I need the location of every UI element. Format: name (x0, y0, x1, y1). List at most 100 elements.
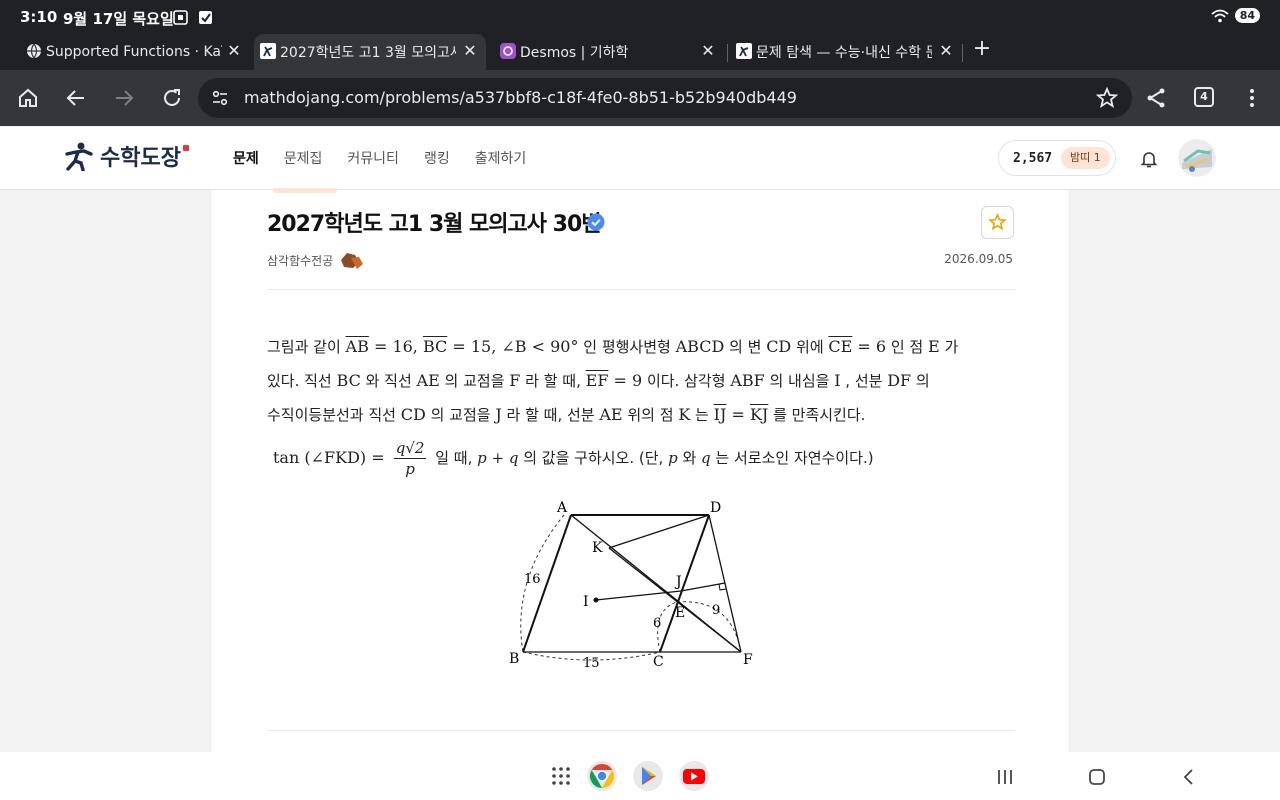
share-icon[interactable] (1144, 86, 1168, 110)
site-settings-icon[interactable] (210, 88, 230, 108)
back-icon[interactable] (64, 86, 88, 110)
home-icon[interactable] (16, 86, 40, 110)
site-logo[interactable]: 수학도장 (64, 139, 189, 173)
text-segment: 이다. 삼각형 (642, 372, 731, 390)
chrome-app-icon[interactable] (586, 760, 618, 792)
system-nav-bar (0, 752, 1280, 800)
text-segment: 라 할 때, 선분 (501, 406, 600, 424)
text-segment: 의 내심을 (764, 372, 835, 390)
math-segment: CD (766, 337, 792, 356)
tab-switcher-button[interactable]: 4 (1194, 87, 1214, 107)
home-button-icon[interactable] (1086, 766, 1108, 788)
main-nav: 문제 문제집 커뮤니티 랭킹 출제하기 (233, 148, 551, 168)
tag-strip (273, 188, 337, 193)
tab-separator (727, 44, 728, 62)
math-segment: ABF (730, 371, 765, 390)
points-pill[interactable]: 2,567 밤띠 1 (998, 140, 1116, 176)
label-k: K (592, 540, 603, 556)
math-segment: KJ (749, 405, 769, 424)
math-segment: CE (828, 337, 853, 356)
point-i (593, 597, 599, 603)
play-store-icon[interactable] (632, 760, 664, 792)
math-segment: BC (336, 371, 361, 390)
level-badge: 밤띠 1 (1061, 147, 1110, 169)
reload-icon[interactable] (160, 86, 184, 110)
math-segment: tan (∠FKD) = (273, 448, 390, 467)
fraction-numerator: q√2 (393, 439, 427, 459)
problem-title: 2027학년도 고1 3월 모의고사 30번 (267, 212, 601, 237)
new-tab-button[interactable]: + (971, 38, 993, 62)
tab-problem[interactable]: 2027학년도 고1 3월 모의고사 30번 ✕ (254, 34, 486, 70)
text-segment: 위에 (791, 338, 829, 356)
notification-bell-icon[interactable] (1139, 149, 1159, 169)
label-a: A (556, 500, 568, 516)
close-tab-icon[interactable]: ✕ (938, 43, 954, 59)
math-segment: ABCD (675, 337, 725, 356)
status-system-icons: 84 (1211, 8, 1260, 23)
nav-create[interactable]: 출제하기 (475, 148, 527, 168)
math-segment: = 15, ∠B < 90° (447, 337, 579, 356)
label-f: F (743, 652, 753, 668)
problem-figure: A D K J I E B C F 16 15 6 9 (509, 500, 753, 671)
post-date: 2026.09.05 (944, 252, 1013, 266)
tab-separator (962, 44, 963, 62)
favorite-button[interactable] (981, 206, 1014, 239)
text-segment: 그림과 같이 (267, 338, 346, 356)
math-segment: DF (887, 371, 912, 390)
divider (267, 730, 1015, 731)
text-segment: 의 교점을 (425, 406, 496, 424)
app-drawer-icon[interactable] (550, 765, 572, 787)
tab-title: 문제 탐색 — 수능·내신 수학 문제 (756, 45, 932, 61)
tab-katex[interactable]: Supported Functions · KaTeX ✕ (20, 34, 252, 70)
side-dc (659, 514, 710, 653)
problem-line-2: 있다. 직선 BC 와 직선 AE 의 교점을 F 라 할 때, EF = 9 … (267, 364, 1007, 398)
divider (267, 289, 1015, 290)
mathdojang-favicon-icon (260, 43, 276, 59)
site-header: 수학도장 문제 문제집 커뮤니티 랭킹 출제하기 2,567 밤띠 1 (0, 127, 1280, 190)
math-segment: = 6 (852, 337, 887, 356)
text-segment: 위의 점 (622, 406, 679, 424)
math-segment: AE (599, 405, 623, 424)
math-segment: F (509, 371, 521, 390)
logo-fighter-icon (65, 142, 93, 171)
nav-workbooks[interactable]: 문제집 (284, 148, 323, 168)
close-tab-icon[interactable]: ✕ (462, 43, 478, 59)
status-notification-icons (172, 9, 214, 26)
close-tab-icon[interactable]: ✕ (226, 43, 242, 59)
forward-icon[interactable] (112, 86, 136, 110)
close-tab-icon[interactable]: ✕ (700, 43, 716, 59)
fraction: q√2 p (393, 438, 427, 479)
check-box-icon (199, 11, 212, 24)
logo-text: 수학도장 (100, 146, 181, 171)
tab-desmos[interactable]: Desmos | 기하학 ✕ (494, 34, 726, 70)
address-bar[interactable]: mathdojang.com/problems/a537bbf8-c18f-4f… (198, 78, 1132, 118)
math-segment: = 16, (368, 337, 423, 356)
user-avatar[interactable] (1178, 139, 1216, 177)
nav-problems[interactable]: 문제 (233, 148, 259, 168)
label-16: 16 (524, 572, 541, 587)
text-segment: 일 때, (430, 449, 478, 467)
recent-apps-icon[interactable] (994, 766, 1016, 788)
label-e: E (675, 605, 685, 621)
mathdojang-favicon-icon (736, 43, 752, 59)
globe-icon (27, 43, 41, 59)
problem-statement: 그림과 같이 AB = 16, BC = 15, ∠B < 90° 인 평행사변… (267, 330, 1007, 479)
author-rank-badge-icon (341, 253, 363, 269)
youtube-app-icon[interactable] (678, 760, 710, 792)
fraction-denominator: p (405, 460, 415, 478)
problem-line-1: 그림과 같이 AB = 16, BC = 15, ∠B < 90° 인 평행사변… (267, 330, 1007, 364)
text-segment: 는 (690, 406, 714, 424)
math-segment: p (668, 449, 678, 467)
text-segment: 와 직선 (360, 372, 417, 390)
nav-ranking[interactable]: 랭킹 (424, 148, 450, 168)
status-date: 9월 17일 목요일 (63, 10, 174, 28)
status-bar: 3:10 9월 17일 목요일 84 (0, 0, 1280, 34)
label-b: B (509, 651, 519, 667)
more-menu-icon[interactable] (1240, 86, 1264, 110)
browser-toolbar: mathdojang.com/problems/a537bbf8-c18f-4f… (0, 70, 1280, 126)
nav-community[interactable]: 커뮤니티 (347, 148, 399, 168)
bookmark-star-icon[interactable] (1096, 87, 1118, 109)
author-name[interactable]: 삼각함수전공 (267, 252, 333, 269)
tab-explore[interactable]: 문제 탐색 — 수능·내신 수학 문제 ✕ (730, 34, 960, 70)
back-button-icon[interactable] (1178, 766, 1200, 788)
